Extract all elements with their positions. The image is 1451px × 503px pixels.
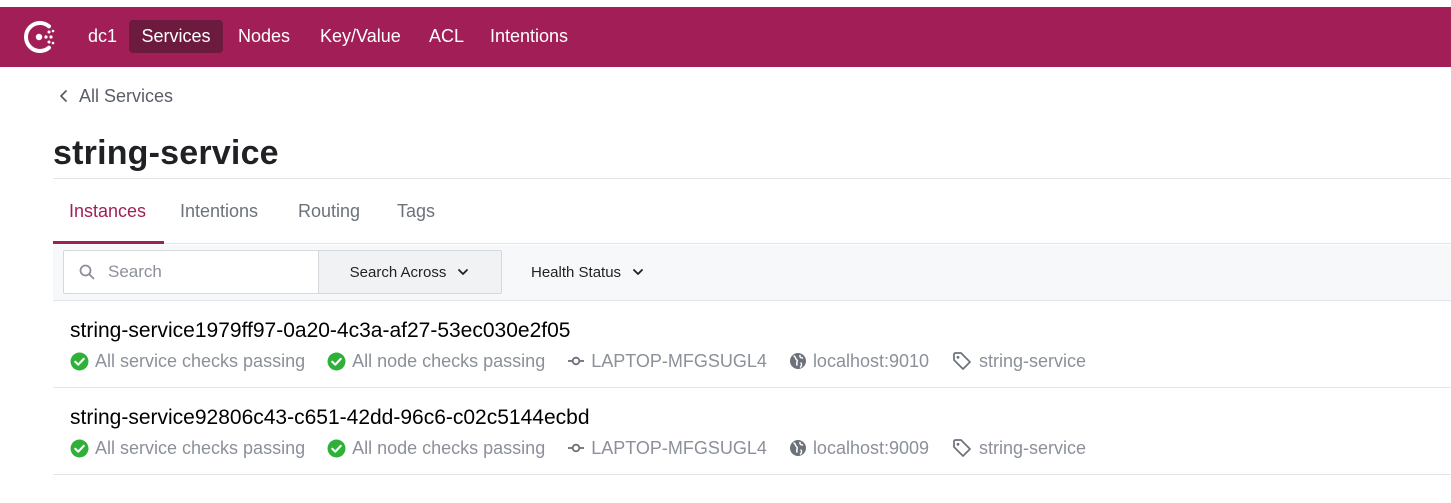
breadcrumb-label: All Services (79, 85, 174, 106)
node-checks-label: All node checks passing (352, 350, 546, 371)
chevron-down-icon (633, 269, 643, 275)
address-value: localhost:9009 (812, 437, 930, 458)
instance-meta: All service checks passing All node chec… (70, 350, 1108, 372)
nav-nodes[interactable]: Nodes (228, 20, 300, 53)
globe-icon (789, 353, 806, 369)
chevron-left-icon (60, 90, 67, 102)
node-info: LAPTOP-MFGSUGL4 (567, 351, 767, 372)
check-circle-icon (70, 439, 89, 457)
search-across-dropdown[interactable]: Search Across (318, 250, 502, 294)
service-checks-status: All service checks passing (70, 438, 305, 459)
check-circle-icon (70, 352, 89, 370)
tag-value: string-service (979, 437, 1087, 458)
node-info: LAPTOP-MFGSUGL4 (567, 438, 767, 459)
check-circle-icon (327, 439, 346, 457)
instance-row[interactable]: string-service92806c43-c651-42dd-96c6-c0… (53, 388, 1451, 475)
address-info: localhost:9009 (789, 438, 929, 459)
search-input[interactable] (108, 262, 308, 282)
search-icon (79, 264, 95, 280)
instance-name[interactable]: string-service92806c43-c651-42dd-96c6-c0… (70, 406, 590, 430)
tab-routing[interactable]: Routing (282, 179, 376, 243)
instance-row[interactable]: string-service1979ff97-0a20-4c3a-af27-53… (53, 301, 1451, 388)
nav-acl[interactable]: ACL (419, 20, 474, 53)
breadcrumb-all-services[interactable]: All Services (56, 84, 173, 108)
tab-intentions[interactable]: Intentions (164, 179, 274, 243)
node-checks-label: All node checks passing (352, 437, 546, 458)
datacenter-selector[interactable]: dc1 (78, 20, 127, 53)
service-checks-label: All service checks passing (95, 350, 306, 371)
health-status-dropdown[interactable]: Health Status (521, 250, 655, 294)
service-checks-status: All service checks passing (70, 351, 305, 372)
search-field (63, 250, 319, 294)
tag-icon (953, 439, 971, 457)
check-circle-icon (327, 352, 346, 370)
instance-name[interactable]: string-service1979ff97-0a20-4c3a-af27-53… (70, 319, 570, 343)
instance-meta: All service checks passing All node chec… (70, 437, 1108, 459)
nav-key-value[interactable]: Key/Value (310, 20, 411, 53)
globe-icon (789, 440, 806, 456)
tab-bar: Instances Intentions Routing Tags (53, 179, 1451, 244)
node-icon (568, 443, 585, 453)
search-across-label: Search Across (349, 263, 447, 281)
consul-logo-icon[interactable] (22, 19, 58, 55)
filter-toolbar: Search Across Health Status (53, 245, 1451, 301)
node-icon (568, 356, 585, 366)
tag-info: string-service (951, 437, 1086, 459)
nav-services[interactable]: Services (129, 20, 223, 53)
chevron-down-icon (458, 269, 469, 275)
health-status-label: Health Status (531, 263, 622, 281)
tag-icon (953, 352, 971, 370)
tab-instances[interactable]: Instances (53, 179, 164, 244)
node-checks-status: All node checks passing (327, 438, 545, 459)
page-title: string-service (53, 134, 279, 172)
node-checks-status: All node checks passing (327, 351, 545, 372)
nav-intentions[interactable]: Intentions (480, 20, 578, 53)
tag-value: string-service (979, 350, 1087, 371)
service-checks-label: All service checks passing (95, 437, 306, 458)
node-name: LAPTOP-MFGSUGL4 (591, 437, 767, 458)
node-name: LAPTOP-MFGSUGL4 (591, 350, 767, 371)
address-value: localhost:9010 (812, 350, 930, 371)
address-info: localhost:9010 (789, 351, 929, 372)
tab-tags[interactable]: Tags (381, 179, 451, 243)
top-navigation: dc1 Services Nodes Key/Value ACL Intenti… (0, 7, 1451, 67)
tag-info: string-service (951, 350, 1086, 372)
